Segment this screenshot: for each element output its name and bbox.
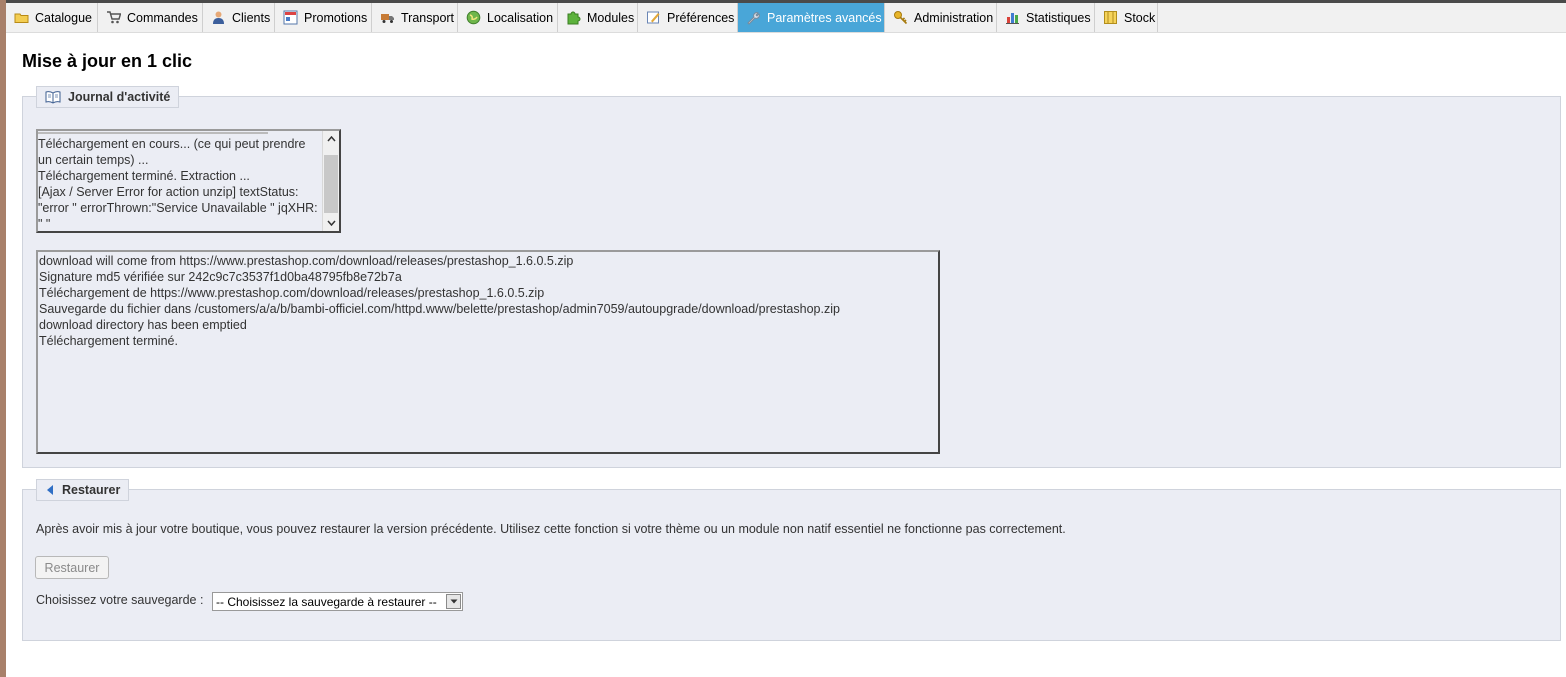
tab-statistiques[interactable]: Statistiques [997, 3, 1095, 32]
restore-fieldset [22, 489, 1561, 641]
chart-icon [1005, 10, 1020, 25]
activity-log-detailed: download will come from https://www.pres… [36, 250, 940, 454]
restore-legend-label: Restaurer [62, 483, 121, 497]
log-line: download will come from https://www.pres… [39, 254, 574, 268]
book-icon [45, 90, 61, 104]
tab-clients[interactable]: Clients [203, 3, 275, 32]
backup-select[interactable]: -- Choisissez la sauvegarde à restaurer … [212, 592, 463, 611]
folder-icon [14, 10, 29, 25]
log-line: " " [38, 217, 51, 231]
log-line: [Ajax / Server Error for action unzip] t… [38, 185, 299, 199]
tab-label: Localisation [487, 10, 554, 25]
tab-modules[interactable]: Modules [558, 3, 638, 32]
tab-label: Préférences [667, 10, 735, 25]
tab-label: Promotions [304, 10, 368, 25]
user-icon [211, 10, 226, 25]
restore-button[interactable]: Restaurer [35, 556, 109, 579]
key-icon [893, 10, 908, 25]
scroll-down-icon[interactable] [323, 215, 339, 231]
tab-label: Transport [401, 10, 455, 25]
restore-legend: Restaurer [36, 479, 130, 501]
tab-localisation[interactable]: Localisation [458, 3, 558, 32]
cart-icon [106, 10, 122, 25]
activity-log-small[interactable]: Téléchargement en cours... (ce qui peut … [36, 129, 341, 233]
tab-parametres-avances[interactable]: Paramètres avancés [738, 3, 885, 32]
scroll-up-icon[interactable] [323, 131, 339, 147]
tab-promotions[interactable]: Promotions [275, 3, 372, 32]
log-cropped-text [38, 132, 268, 134]
tab-transport[interactable]: Transport [372, 3, 458, 32]
main-menu-tabbar: Catalogue Commandes Clients Promotions T… [6, 3, 1566, 33]
log-line: Téléchargement en cours... (ce qui peut … [38, 137, 306, 151]
journal-legend: Journal d'activité [36, 86, 180, 108]
promotions-icon [283, 10, 298, 25]
log-cropped-line [38, 131, 323, 135]
log-line: download directory has been emptied [39, 318, 247, 332]
log-line: Signature md5 vérifiée sur 242c9c7c3537f… [39, 270, 402, 284]
tab-commandes[interactable]: Commandes [98, 3, 203, 32]
tab-label: Statistiques [1026, 10, 1091, 25]
journal-legend-label: Journal d'activité [68, 90, 171, 104]
stock-icon [1103, 10, 1118, 25]
tab-administration[interactable]: Administration [885, 3, 997, 32]
page-title: Mise à jour en 1 clic [22, 51, 193, 71]
arrow-left-icon [45, 483, 55, 497]
log-line: un certain temps) ... [38, 153, 149, 167]
tab-label: Modules [587, 10, 635, 25]
tab-label: Catalogue [35, 10, 92, 25]
log-line: "error " errorThrown:"Service Unavailabl… [38, 201, 318, 215]
tab-catalogue[interactable]: Catalogue [6, 3, 98, 32]
tab-stock[interactable]: Stock [1095, 3, 1158, 32]
wrench-icon [746, 10, 761, 25]
puzzle-icon [566, 10, 581, 25]
backup-select-value: -- Choisissez la sauvegarde à restaurer … [216, 594, 437, 609]
tab-label: Administration [914, 10, 994, 25]
chevron-down-icon[interactable] [446, 594, 461, 609]
log-line: Sauvegarde du fichier dans /customers/a/… [39, 302, 840, 316]
tab-label: Stock [1124, 10, 1156, 25]
tab-label: Clients [232, 10, 271, 25]
log-line: Téléchargement terminé. [39, 334, 178, 348]
tab-label: Paramètres avancés [767, 10, 882, 25]
globe-icon [466, 10, 481, 25]
restore-description: Après avoir mis à jour votre boutique, v… [36, 522, 1066, 536]
preferences-icon [646, 10, 661, 25]
tab-label: Commandes [127, 10, 198, 25]
truck-icon [380, 10, 395, 25]
log-scrollbar[interactable] [322, 131, 339, 231]
left-border-strip [0, 0, 6, 677]
log-line: Téléchargement terminé. Extraction ... [38, 169, 250, 183]
backup-select-label: Choisissez votre sauvegarde : [36, 593, 204, 607]
log-small-lines: Téléchargement en cours... (ce qui peut … [38, 136, 322, 231]
log-line: Téléchargement de https://www.prestashop… [39, 286, 545, 300]
tab-preferences[interactable]: Préférences [638, 3, 738, 32]
scroll-thumb[interactable] [324, 155, 338, 213]
